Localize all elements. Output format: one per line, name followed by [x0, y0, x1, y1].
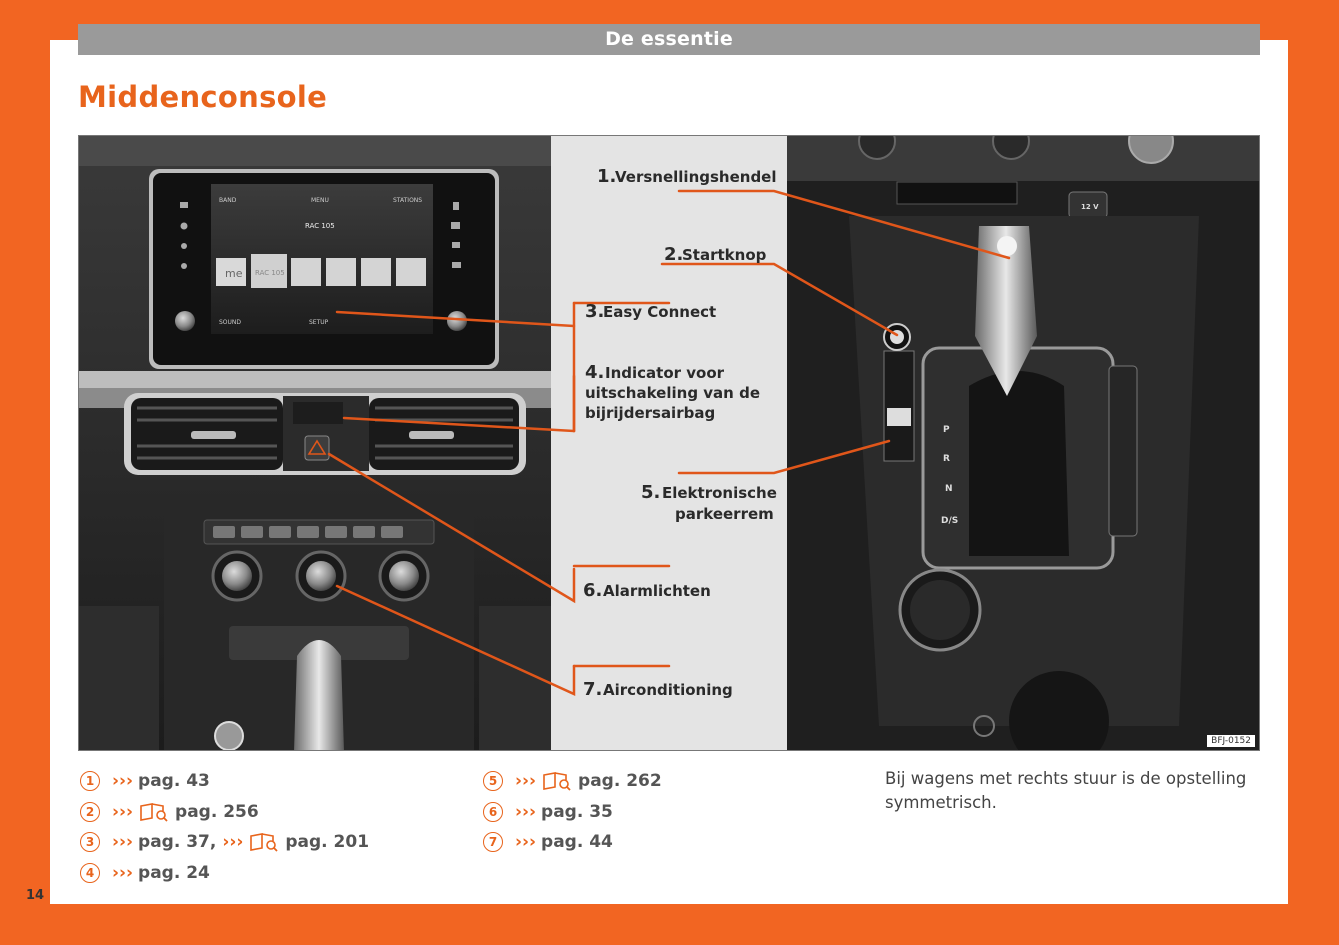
callout-3: 3. Easy Connect — [585, 301, 716, 322]
book-magnifier-icon — [250, 833, 279, 852]
callout-1: 1. Versnellingshendel — [597, 166, 777, 187]
reference-link[interactable]: pag. 24 — [138, 863, 210, 883]
callout-number-badge: 1 — [80, 771, 100, 792]
reference-row-1: 1 ››› pag. 43 — [80, 766, 369, 797]
book-magnifier-icon — [543, 772, 571, 791]
reference-row-3: 3 ››› pag. 37, ››› pag. 201 — [80, 827, 369, 858]
right-hand-drive-note: Bij wagens met rechts stuur is de opstel… — [885, 769, 1247, 812]
tune-knob — [447, 311, 467, 331]
air-vents — [124, 393, 526, 475]
svg-text:Alarmlichten: Alarmlichten — [603, 582, 711, 600]
reference-row-5: 5 ››› pag. 262 — [483, 766, 662, 797]
parking-brake-switch — [887, 408, 911, 426]
gear-label-ds: D/S — [941, 516, 958, 526]
cross-reference-arrow-icon: ››› — [515, 832, 537, 853]
callout-6: 6. Alarmlichten — [583, 580, 711, 601]
reference-row-2: 2 ››› pag. 256 — [80, 797, 369, 828]
console-illustration: BAND MENU STATIONS RAC 105 me RAC 105 SO… — [79, 136, 1259, 750]
reference-link[interactable]: pag. 201 — [285, 832, 369, 852]
screen-tab-stations: STATIONS — [393, 197, 422, 204]
reference-row-7: 7 ››› pag. 44 — [483, 827, 662, 858]
callout-number-badge: 4 — [80, 862, 100, 883]
callout-strip — [551, 136, 787, 750]
callout-number-badge: 2 — [80, 801, 100, 822]
cross-reference-arrow-icon: ››› — [112, 832, 134, 853]
svg-text:Startknop: Startknop — [682, 246, 767, 264]
cross-reference-arrow-icon: ››› — [515, 771, 537, 792]
cross-reference-arrow-icon: ››› — [112, 862, 134, 883]
gear-label-p: P — [943, 425, 950, 435]
center-console-figure: BAND MENU STATIONS RAC 105 me RAC 105 SO… — [78, 135, 1260, 751]
cross-reference-arrow-icon: ››› — [515, 801, 537, 822]
climate-knob-right — [389, 561, 419, 591]
climate-knob-left — [222, 561, 252, 591]
svg-text:5.: 5. — [641, 482, 660, 503]
section-header: De essentie — [78, 24, 1260, 55]
cross-reference-arrow-icon: ››› — [112, 801, 134, 822]
callout-number-badge: 3 — [80, 832, 100, 853]
callout-number-badge: 7 — [483, 832, 503, 853]
figure-code: BFJ-0152 — [1207, 735, 1255, 747]
cross-reference-arrow-icon: ››› — [112, 771, 134, 792]
preset-rac-label: RAC 105 — [255, 269, 285, 277]
gear-area-photo: 12 V P R N D/S — [787, 136, 1259, 750]
climate-knob-center — [306, 561, 336, 591]
screen-setup-key: SETUP — [309, 319, 329, 326]
svg-text:Airconditioning: Airconditioning — [603, 681, 733, 699]
reference-link[interactable]: pag. 43 — [138, 771, 210, 791]
page-number: 14 — [26, 888, 45, 903]
reference-link[interactable]: pag. 256 — [175, 802, 259, 822]
svg-text:Elektronische: Elektronische — [662, 484, 777, 502]
svg-text:parkeerrem: parkeerrem — [675, 505, 774, 523]
svg-text:2.: 2. — [664, 244, 683, 265]
book-magnifier-icon — [140, 802, 168, 822]
svg-text:Versnellingshendel: Versnellingshendel — [615, 168, 777, 186]
reference-row-4: 4 ››› pag. 24 — [80, 858, 369, 889]
reference-link[interactable]: pag. 37, — [138, 832, 216, 852]
callout-2: 2. Startknop — [664, 244, 767, 265]
cross-reference-arrow-icon: ››› — [222, 832, 244, 853]
12v-socket-label: 12 V — [1081, 203, 1099, 211]
reference-link[interactable]: pag. 35 — [541, 802, 613, 822]
svg-text:Easy Connect: Easy Connect — [603, 303, 716, 321]
screen-station-name: RAC 105 — [305, 222, 335, 230]
gear-label-r: R — [943, 454, 950, 464]
reference-link[interactable]: pag. 44 — [541, 832, 613, 852]
screen-tab-menu: MENU — [311, 197, 329, 204]
page-title: Middenconsole — [78, 80, 328, 114]
gear-label-n: N — [945, 484, 953, 494]
svg-text:4.: 4. — [585, 362, 604, 383]
callout-7: 7. Airconditioning — [583, 679, 733, 700]
volume-knob — [175, 311, 195, 331]
svg-text:1.: 1. — [597, 166, 616, 187]
screen-sound-key: SOUND — [219, 319, 241, 326]
reference-row-6: 6 ››› pag. 35 — [483, 797, 662, 828]
svg-text:bijrijdersairbag: bijrijdersairbag — [585, 404, 715, 422]
screen-tab-band: BAND — [219, 197, 237, 204]
svg-text:7.: 7. — [583, 679, 602, 700]
preset-me-label: me — [225, 267, 243, 280]
reference-link[interactable]: pag. 262 — [578, 771, 662, 791]
references-column-2: 5 ››› pag. 262 6 ››› pag. 35 7 ››› pag. … — [483, 766, 662, 858]
callout-number-badge: 6 — [483, 801, 503, 822]
svg-text:3.: 3. — [585, 301, 604, 322]
callout-number-badge: 5 — [483, 771, 503, 792]
references-column-1: 1 ››› pag. 43 2 ››› pag. 256 3 ››› pag. … — [80, 766, 369, 888]
svg-text:Indicator voor: Indicator voor — [605, 364, 725, 382]
svg-text:6.: 6. — [583, 580, 602, 601]
svg-text:uitschakeling van de: uitschakeling van de — [585, 384, 760, 402]
